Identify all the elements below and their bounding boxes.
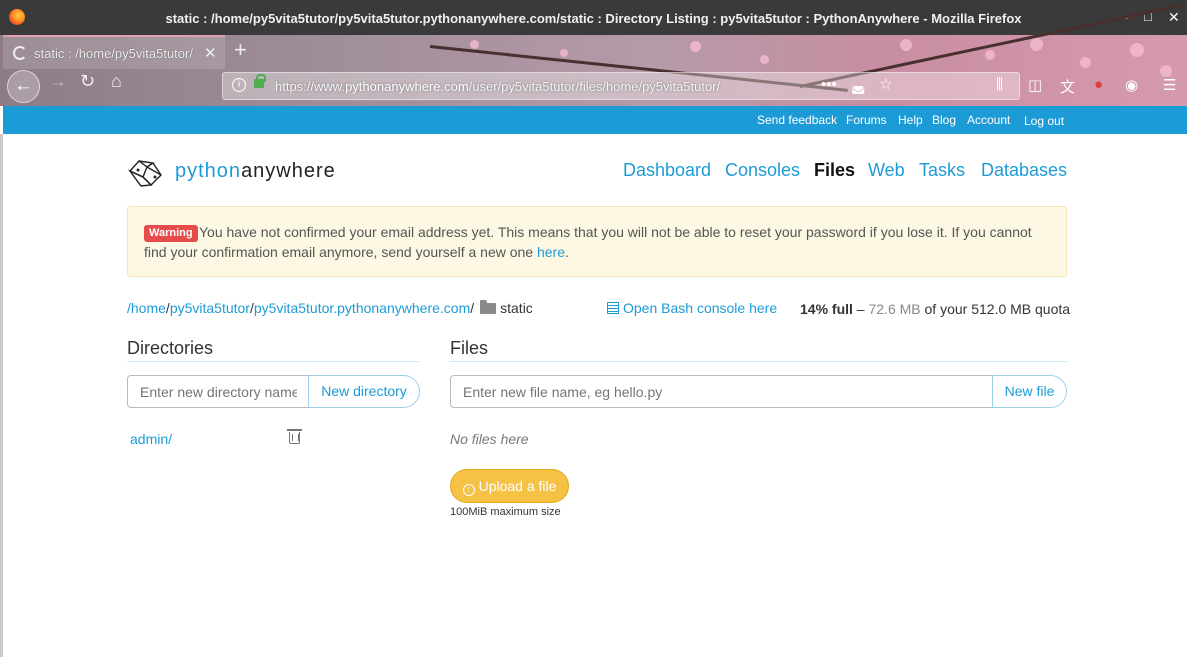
browser-toolbar: static : /home/py5vita5tutor/py5vita5tut… bbox=[0, 3, 1187, 106]
url-bar[interactable]: i https://www.pythonanywhere.com/user/py… bbox=[222, 72, 1020, 100]
url-text[interactable]: https://www.pythonanywhere.com/user/py5v… bbox=[275, 79, 795, 94]
logo-text-python: python bbox=[175, 160, 242, 182]
theme-blossom bbox=[1130, 43, 1144, 57]
breadcrumb-home[interactable]: /home bbox=[127, 300, 166, 316]
breadcrumb: /home/py5vita5tutor/py5vita5tutor.python… bbox=[127, 300, 533, 316]
warning-text-line1: You have not confirmed your email addres… bbox=[199, 224, 1032, 240]
library-icon[interactable]: ⫼ bbox=[996, 76, 1003, 93]
window-titlebar: static : /home/py5vita5tutor/py5vita5tut… bbox=[0, 0, 1187, 35]
theme-blossom bbox=[900, 39, 912, 51]
theme-blossom bbox=[1030, 38, 1043, 51]
nav-tasks[interactable]: Tasks bbox=[919, 160, 965, 181]
addon-icon[interactable]: ● bbox=[1094, 76, 1103, 93]
theme-blossom bbox=[985, 50, 995, 60]
nav-dashboard[interactable]: Dashboard bbox=[623, 160, 711, 181]
disk-quota: 14% full – 72.6 MB of your 512.0 MB quot… bbox=[800, 301, 1070, 317]
url-domain: pythonanywhere.com bbox=[345, 79, 469, 94]
site-topbar: Send feedback Forums Help Blog Account L… bbox=[3, 106, 1187, 134]
directory-link-admin[interactable]: admin/ bbox=[130, 431, 172, 447]
nav-consoles[interactable]: Consoles bbox=[725, 160, 800, 181]
warning-period: . bbox=[565, 244, 569, 260]
nav-databases[interactable]: Databases bbox=[981, 160, 1067, 181]
theme-blossom bbox=[1080, 57, 1091, 68]
home-icon[interactable]: ⌂ bbox=[111, 71, 122, 92]
new-file-button[interactable]: New file bbox=[992, 375, 1067, 408]
upload-size-limit: 100MiB maximum size bbox=[450, 506, 561, 518]
folder-open-icon bbox=[480, 300, 497, 314]
help-link[interactable]: Help bbox=[898, 113, 923, 127]
upload-file-button[interactable]: ↑ Upload a file bbox=[450, 469, 569, 503]
directories-heading: Directories bbox=[127, 338, 419, 362]
back-icon[interactable]: ← bbox=[7, 70, 40, 103]
python-logo-icon bbox=[127, 160, 162, 187]
window-edge bbox=[0, 134, 3, 657]
page-actions-icon[interactable]: ••• bbox=[821, 76, 837, 93]
resend-confirmation-link[interactable]: here bbox=[537, 244, 565, 260]
breadcrumb-user[interactable]: py5vita5tutor bbox=[170, 300, 250, 316]
upload-label: Upload a file bbox=[478, 478, 557, 494]
breadcrumb-sep: / bbox=[470, 300, 475, 316]
breadcrumb-current: static bbox=[500, 300, 533, 316]
tab-label: static : /home/py5vita5tutor/py5vita5tut… bbox=[34, 46, 194, 61]
no-files-message: No files here bbox=[450, 431, 529, 447]
bash-link-label: Open Bash console here bbox=[623, 300, 778, 316]
trash-icon[interactable] bbox=[287, 429, 302, 444]
pocket-icon[interactable]: ◛ bbox=[851, 76, 866, 94]
new-tab-icon[interactable]: + bbox=[234, 37, 247, 63]
quota-used: 72.6 MB bbox=[868, 301, 921, 317]
close-icon[interactable]: ✕ bbox=[1168, 9, 1180, 26]
new-file-input[interactable] bbox=[450, 375, 994, 408]
breadcrumb-site[interactable]: py5vita5tutor.pythonanywhere.com bbox=[254, 300, 470, 316]
email-warning: Warning You have not confirmed your emai… bbox=[127, 206, 1067, 277]
url-scheme: https://www. bbox=[275, 79, 346, 94]
new-directory-group: New directory bbox=[127, 375, 420, 408]
sidebar-icon[interactable]: ◫ bbox=[1028, 76, 1042, 94]
window-title: static : /home/py5vita5tutor/py5vita5tut… bbox=[165, 11, 1022, 26]
bookmark-star-icon[interactable]: ☆ bbox=[879, 75, 892, 93]
theme-blossom bbox=[690, 41, 701, 52]
browser-tab[interactable]: static : /home/py5vita5tutor/py5vita5tut… bbox=[3, 35, 225, 69]
nav-web[interactable]: Web bbox=[868, 160, 905, 181]
new-directory-input[interactable] bbox=[127, 375, 310, 408]
account-link[interactable]: Account bbox=[967, 113, 1010, 127]
upload-icon: ↑ bbox=[462, 484, 475, 496]
warning-text-line2: find your confirmation email anymore, se… bbox=[144, 242, 569, 262]
quota-dash: – bbox=[852, 301, 869, 317]
files-heading: Files bbox=[450, 338, 1067, 362]
warning-badge: Warning bbox=[144, 225, 198, 242]
quota-percent: 14% full bbox=[800, 301, 853, 317]
new-directory-button[interactable]: New directory bbox=[308, 375, 420, 408]
open-bash-console-link[interactable]: Open Bash console here bbox=[607, 300, 777, 316]
tab-loading-icon bbox=[13, 46, 27, 60]
quota-total: of your 512.0 MB quota bbox=[920, 301, 1071, 317]
send-feedback-link[interactable]: Send feedback bbox=[757, 113, 837, 127]
reload-icon[interactable]: ↻ bbox=[80, 71, 95, 92]
logo-text-anywhere: anywhere bbox=[241, 160, 336, 182]
translate-icon[interactable]: 文 bbox=[1060, 76, 1075, 97]
menu-icon[interactable]: ☰ bbox=[1163, 76, 1176, 94]
theme-blossom bbox=[470, 40, 479, 49]
lock-icon bbox=[254, 74, 266, 88]
site-logo[interactable]: pythonanywhere bbox=[127, 157, 335, 194]
theme-blossom bbox=[560, 49, 568, 57]
logo-text: pythonanywhere bbox=[175, 160, 336, 183]
forums-link[interactable]: Forums bbox=[846, 113, 887, 127]
blog-link[interactable]: Blog bbox=[932, 113, 956, 127]
nav-files[interactable]: Files bbox=[814, 160, 855, 181]
tab-close-icon[interactable]: ✕ bbox=[204, 44, 217, 62]
account-icon[interactable]: ◉ bbox=[1125, 76, 1138, 94]
new-file-group: New file bbox=[450, 375, 1067, 408]
warning-text: find your confirmation email anymore, se… bbox=[144, 244, 537, 260]
theme-blossom bbox=[760, 55, 769, 64]
info-icon[interactable]: i bbox=[232, 78, 246, 92]
url-path: /user/py5vita5tutor/files/home/py5vita5t… bbox=[468, 79, 721, 94]
forward-icon[interactable]: → bbox=[49, 71, 67, 92]
logout-link[interactable]: Log out bbox=[1024, 114, 1064, 128]
terminal-icon bbox=[607, 302, 619, 314]
